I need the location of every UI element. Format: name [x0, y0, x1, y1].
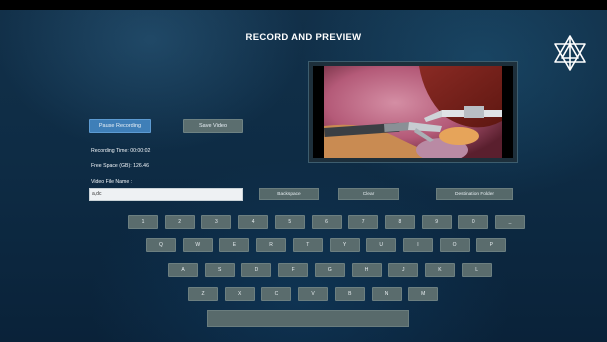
key-z[interactable]: Z: [188, 287, 218, 301]
key-8[interactable]: 8: [384, 215, 415, 229]
file-name-input[interactable]: a,dc: [89, 188, 243, 201]
key-y[interactable]: Y: [329, 238, 360, 252]
backspace-button[interactable]: Backspace: [259, 188, 319, 200]
key-u[interactable]: U: [366, 238, 397, 252]
key-e[interactable]: E: [219, 238, 250, 252]
key-i[interactable]: I: [402, 238, 433, 252]
key-v[interactable]: V: [298, 287, 329, 301]
key-j[interactable]: J: [388, 263, 419, 277]
file-name-label: Video File Name :: [91, 179, 133, 185]
tri-star-logo-icon: [552, 34, 588, 72]
key-p[interactable]: P: [476, 238, 507, 252]
recording-time: Recording Time: 00:00:02: [91, 148, 151, 154]
key-s[interactable]: S: [204, 263, 235, 277]
key-g[interactable]: G: [314, 263, 345, 277]
key-3[interactable]: 3: [201, 215, 232, 229]
key-a[interactable]: A: [168, 263, 198, 277]
key-k[interactable]: K: [424, 263, 455, 277]
key-n[interactable]: N: [371, 287, 402, 301]
key-w[interactable]: W: [182, 238, 213, 252]
destination-folder-button[interactable]: Destination Folder: [436, 188, 513, 200]
key-t[interactable]: T: [292, 238, 323, 252]
key-x[interactable]: X: [224, 287, 255, 301]
key-underscore[interactable]: _: [495, 215, 525, 229]
space-key[interactable]: [207, 310, 409, 327]
key-c[interactable]: C: [261, 287, 292, 301]
page-title: RECORD AND PREVIEW: [245, 32, 362, 43]
key-h[interactable]: H: [351, 263, 382, 277]
free-space: Free Space (GB): 126.46: [91, 163, 149, 169]
pause-recording-button[interactable]: Pause Recording: [89, 119, 151, 133]
key-7[interactable]: 7: [348, 215, 379, 229]
key-6[interactable]: 6: [311, 215, 342, 229]
video-preview-icon: [313, 66, 513, 158]
key-d[interactable]: D: [241, 263, 272, 277]
key-o[interactable]: O: [439, 238, 470, 252]
clear-button[interactable]: Clear: [338, 188, 399, 200]
key-q[interactable]: Q: [146, 238, 176, 252]
key-9[interactable]: 9: [421, 215, 452, 229]
key-b[interactable]: B: [334, 287, 365, 301]
key-m[interactable]: M: [408, 287, 439, 301]
key-1[interactable]: 1: [128, 215, 158, 229]
save-video-button[interactable]: Save Video: [183, 119, 243, 133]
key-r[interactable]: R: [256, 238, 287, 252]
top-bar: [0, 0, 607, 10]
key-l[interactable]: L: [461, 263, 492, 277]
key-5[interactable]: 5: [274, 215, 305, 229]
key-0[interactable]: 0: [458, 215, 489, 229]
key-4[interactable]: 4: [238, 215, 269, 229]
key-2[interactable]: 2: [164, 215, 195, 229]
key-f[interactable]: F: [278, 263, 309, 277]
